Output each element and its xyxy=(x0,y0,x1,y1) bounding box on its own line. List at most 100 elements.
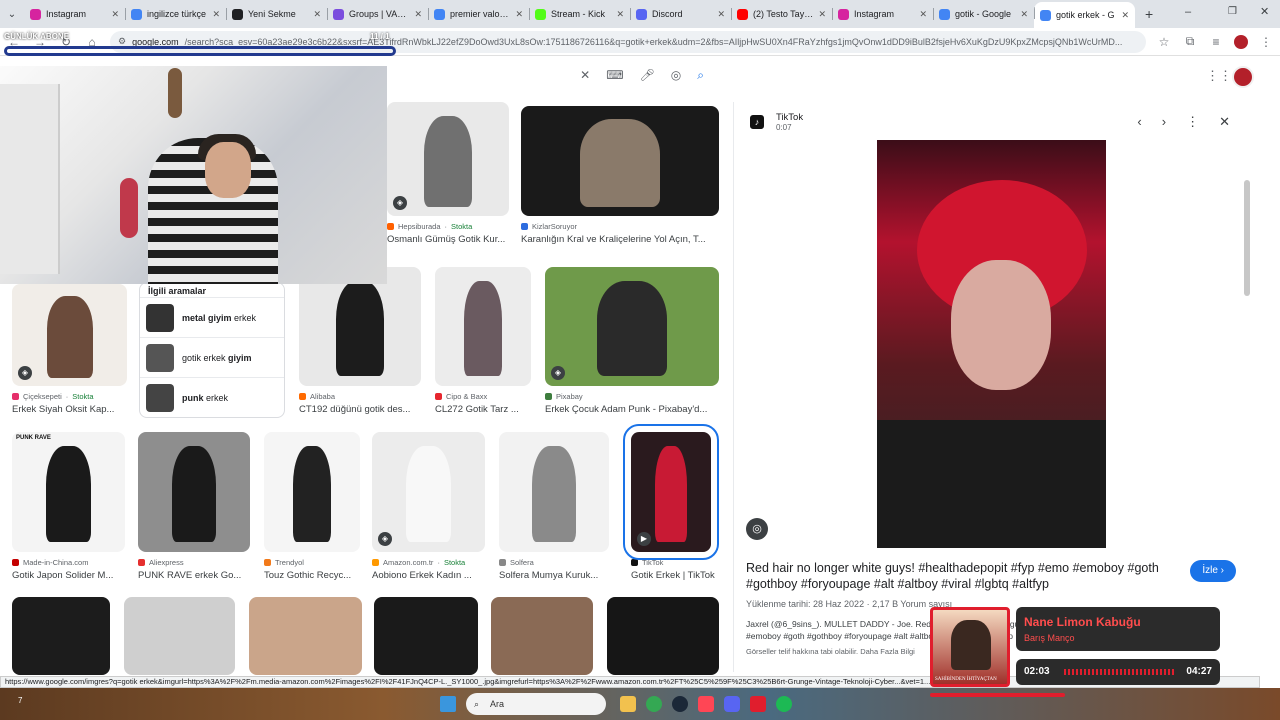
tab-close-icon[interactable]: ✕ xyxy=(212,9,220,20)
image-result-card[interactable]: ▶ TikTok Gotik Erkek | TikTok xyxy=(623,424,735,581)
result-thumbnail-partial[interactable] xyxy=(124,597,235,675)
tab-close-icon[interactable]: ✕ xyxy=(313,9,321,20)
image-result-card[interactable]: ◈ Pixabay Erkek Çocuk Adam Punk - Pixabay'… xyxy=(545,267,719,415)
result-source[interactable]: Pixabay xyxy=(545,392,719,401)
lens-search-icon[interactable]: ◎ xyxy=(671,68,681,82)
image-result-card[interactable]: Cipo & Baxx CL272 Gotik Tarz ... xyxy=(435,267,531,415)
related-item-punk-erkek[interactable]: punk erkek xyxy=(140,377,284,417)
result-thumbnail[interactable] xyxy=(435,267,531,386)
result-source[interactable]: Made-in-China.com xyxy=(12,558,125,567)
media-control-icon[interactable]: ≡ xyxy=(1208,35,1224,49)
browser-tab[interactable]: Yeni Sekme ✕ xyxy=(226,3,327,25)
result-thumbnail[interactable] xyxy=(138,432,250,552)
windows-start-icon[interactable] xyxy=(440,696,456,712)
browser-tab[interactable]: Instagram ✕ xyxy=(24,3,125,25)
close-window-button[interactable]: ✕ xyxy=(1260,5,1269,18)
tab-close-icon[interactable]: ✕ xyxy=(414,9,422,20)
visit-button[interactable]: İzle › xyxy=(1190,560,1236,582)
image-result-card[interactable]: KizlarSoruyor Karanlığın Kral ve Kraliçel… xyxy=(521,106,719,245)
result-source[interactable]: Trendyol xyxy=(264,558,360,567)
extensions-icon[interactable]: ⧉ xyxy=(1182,34,1198,49)
result-caption[interactable]: PUNK RAVE erkek Go... xyxy=(138,570,250,581)
result-source[interactable]: Çiçeksepeti · Stokta xyxy=(12,392,127,401)
spotify-icon[interactable] xyxy=(776,696,792,712)
tab-search-icon[interactable]: ⌄ xyxy=(0,9,24,20)
browser-tab[interactable]: ingilizce türkçe ✕ xyxy=(125,3,226,25)
clear-search-icon[interactable]: ✕ xyxy=(580,68,590,82)
result-thumbnail-partial[interactable] xyxy=(249,597,362,675)
lens-visual-search-icon[interactable]: ◎ xyxy=(746,518,768,540)
tab-close-icon[interactable]: ✕ xyxy=(515,9,523,20)
result-thumbnail[interactable] xyxy=(499,432,609,552)
preview-title[interactable]: Red hair no longer white guys! #healthad… xyxy=(746,560,1166,592)
close-panel-icon[interactable]: ✕ xyxy=(1219,114,1230,130)
result-source[interactable]: Hepsiburada · Stokta xyxy=(387,222,509,231)
result-caption[interactable]: Gotik Japon Solider M... xyxy=(12,570,125,581)
image-result-card[interactable]: PUNK RAVE Made-in-China.com Gotik Japon So… xyxy=(12,432,125,581)
result-source[interactable]: Cipo & Baxx xyxy=(435,392,531,401)
valorant-icon[interactable] xyxy=(698,696,714,712)
profile-avatar[interactable] xyxy=(1234,34,1248,49)
result-source[interactable]: Aliexpress xyxy=(138,558,250,567)
result-source[interactable]: Alibaba xyxy=(299,392,421,401)
result-thumbnail[interactable]: PUNK RAVE xyxy=(12,432,125,552)
page-scrollbar[interactable] xyxy=(1244,180,1250,296)
related-item-gotik-erkek-giyim[interactable]: gotik erkek giyim xyxy=(140,337,284,377)
result-source[interactable]: KizlarSoruyor xyxy=(521,222,719,231)
discord-icon[interactable] xyxy=(724,696,740,712)
voice-search-icon[interactable]: 🎤︎ xyxy=(640,68,655,82)
result-thumbnail-partial[interactable] xyxy=(607,597,719,675)
obs-icon[interactable] xyxy=(750,696,766,712)
preview-source-header[interactable]: ♪ TikTok 0:07 xyxy=(750,112,803,132)
google-account-avatar[interactable] xyxy=(1232,66,1254,88)
browser-tab[interactable]: gotik - Google ✕ xyxy=(933,3,1034,25)
result-thumbnail[interactable]: ▶ xyxy=(623,424,719,560)
copyright-notice[interactable]: Görseller telif hakkına tabi olabilir. D… xyxy=(746,647,915,656)
tab-close-icon[interactable]: ✕ xyxy=(1020,9,1028,20)
browser-tab[interactable]: Groups | VALOR ✕ xyxy=(327,3,428,25)
keyboard-icon[interactable]: ⌨ xyxy=(606,68,623,82)
image-result-card[interactable]: ◈ Amazon.com.tr · Stokta Aobiono Erkek Kadın… xyxy=(372,432,485,581)
result-thumbnail[interactable]: ◈ xyxy=(387,102,509,216)
result-source[interactable]: TikTok xyxy=(631,558,735,567)
browser-tab[interactable]: Stream - Kick ✕ xyxy=(529,3,630,25)
tab-close-icon[interactable]: ✕ xyxy=(818,9,826,20)
browser-tab[interactable]: (2) Testo Taylan ✕ xyxy=(731,3,832,25)
result-caption[interactable]: Erkek Çocuk Adam Punk - Pixabay'd... xyxy=(545,404,719,415)
result-thumbnail[interactable] xyxy=(521,106,719,216)
image-result-card[interactable]: Trendyol Touz Gothic Recyc... xyxy=(264,432,360,581)
minimize-button[interactable]: – xyxy=(1185,6,1191,18)
result-caption[interactable]: Karanlığın Kral ve Kraliçelerine Yol Açı… xyxy=(521,234,719,245)
result-caption[interactable]: Erkek Siyah Oksit Kap... xyxy=(12,404,127,415)
result-thumbnail[interactable] xyxy=(264,432,360,552)
image-result-card[interactable]: ◈ Çiçeksepeti · Stokta Erkek Siyah Oksit Kap… xyxy=(12,284,127,415)
browser-tab[interactable]: Instagram ✕ xyxy=(832,3,933,25)
weather-widget[interactable]: 7 xyxy=(18,696,22,705)
next-image-icon[interactable]: › xyxy=(1162,114,1166,130)
result-thumbnail-partial[interactable] xyxy=(491,597,593,675)
result-thumbnail-partial[interactable] xyxy=(374,597,478,675)
new-tab-button[interactable]: + xyxy=(1145,6,1153,22)
image-result-card[interactable]: Aliexpress PUNK RAVE erkek Go... xyxy=(138,432,250,581)
more-options-icon[interactable]: ⋮ xyxy=(1186,114,1199,130)
result-caption[interactable]: Aobiono Erkek Kadın ... xyxy=(372,570,485,581)
browser-tab[interactable]: gotik erkek - G ✕ xyxy=(1034,2,1135,28)
steam-icon[interactable] xyxy=(672,696,688,712)
result-caption[interactable]: Osmanlı Gümüş Gotik Kur... xyxy=(387,234,509,245)
image-result-card[interactable]: Alibaba CT192 düğünü gotik des... xyxy=(299,267,421,415)
chrome-icon[interactable] xyxy=(646,696,662,712)
tab-close-icon[interactable]: ✕ xyxy=(919,9,927,20)
result-caption[interactable]: Gotik Erkek | TikTok xyxy=(631,570,735,581)
result-caption[interactable]: CT192 düğünü gotik des... xyxy=(299,404,421,415)
bookmark-star-icon[interactable]: ☆ xyxy=(1156,35,1172,49)
result-caption[interactable]: Solfera Mumya Kuruk... xyxy=(499,570,609,581)
tab-close-icon[interactable]: ✕ xyxy=(1121,10,1129,21)
image-result-card[interactable]: ◈ Hepsiburada · Stokta Osmanlı Gümüş Gotik K… xyxy=(387,102,509,245)
result-source[interactable]: Amazon.com.tr · Stokta xyxy=(372,558,485,567)
restore-button[interactable]: ❐ xyxy=(1228,6,1237,17)
tab-close-icon[interactable]: ✕ xyxy=(111,9,119,20)
taskbar-search[interactable]: ⌕ Ara xyxy=(466,693,606,715)
previous-image-icon[interactable]: ‹ xyxy=(1137,114,1141,130)
browser-tab[interactable]: Discord ✕ xyxy=(630,3,731,25)
search-icon[interactable]: ⌕ xyxy=(697,68,704,83)
